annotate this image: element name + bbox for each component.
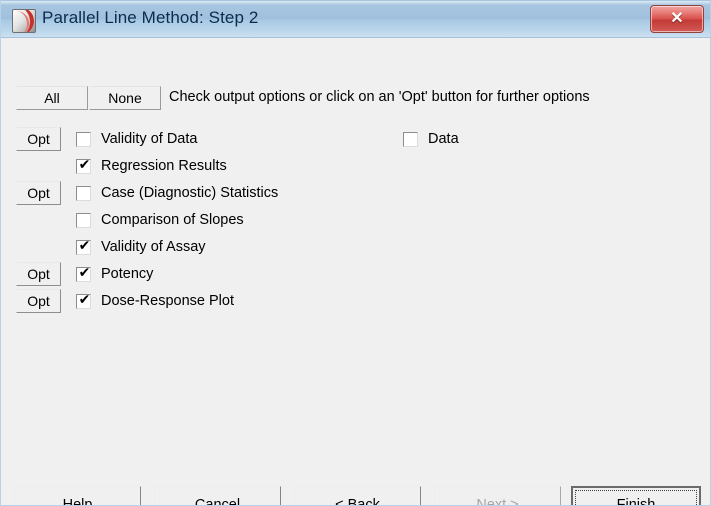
checkbox-dose-response-plot[interactable]: ✔ bbox=[76, 291, 91, 309]
checkbox-data[interactable] bbox=[403, 131, 418, 147]
check-icon: ✔ bbox=[78, 237, 91, 254]
opt-button-case-diagnostic-statistics[interactable]: Opt bbox=[16, 181, 61, 205]
parallel-line-chart-icon bbox=[12, 9, 36, 33]
option-label-validity-of-data: Validity of Data bbox=[101, 131, 198, 147]
window-title: Parallel Line Method: Step 2 bbox=[42, 8, 259, 27]
option-row-dose-response-plot[interactable]: ✔ Dose-Response Plot bbox=[76, 290, 234, 312]
option-label-validity-of-assay: Validity of Assay bbox=[101, 239, 206, 255]
finish-button[interactable]: Finish bbox=[571, 486, 701, 505]
help-button-label: Help bbox=[62, 496, 93, 506]
option-label-regression-results: Regression Results bbox=[101, 158, 227, 174]
checkbox-potency[interactable]: ✔ bbox=[76, 264, 91, 282]
back-button-label: < Back bbox=[335, 496, 380, 506]
checkbox-validity-of-data[interactable] bbox=[76, 131, 91, 147]
dialog-window: Parallel Line Method: Step 2 ✕ All None … bbox=[0, 0, 711, 506]
option-label-data: Data bbox=[428, 131, 459, 147]
select-all-button[interactable]: All bbox=[16, 86, 88, 110]
select-none-button[interactable]: None bbox=[89, 86, 161, 110]
close-icon: ✕ bbox=[670, 10, 684, 27]
dialog-client-area: All None Check output options or click o… bbox=[1, 38, 710, 505]
opt-button-validity-of-data[interactable]: Opt bbox=[16, 127, 61, 151]
option-row-data[interactable]: Data bbox=[403, 128, 459, 150]
check-icon: ✔ bbox=[78, 156, 91, 173]
opt-button-potency[interactable]: Opt bbox=[16, 262, 61, 286]
opt-button-dose-response-plot[interactable]: Opt bbox=[16, 289, 61, 313]
back-button[interactable]: < Back bbox=[294, 486, 421, 506]
checkbox-comparison-of-slopes[interactable] bbox=[76, 212, 91, 228]
option-row-comparison-of-slopes[interactable]: Comparison of Slopes bbox=[76, 209, 244, 231]
cancel-button-label: Cancel bbox=[194, 496, 241, 506]
next-button: Next > bbox=[434, 486, 561, 506]
finish-button-label: Finish bbox=[575, 490, 697, 505]
check-icon: ✔ bbox=[78, 264, 91, 281]
checkbox-regression-results[interactable]: ✔ bbox=[76, 156, 91, 174]
checkbox-case-diagnostic-statistics[interactable] bbox=[76, 185, 91, 201]
option-label-dose-response-plot: Dose-Response Plot bbox=[101, 293, 234, 309]
option-label-comparison-of-slopes: Comparison of Slopes bbox=[101, 212, 244, 228]
close-button[interactable]: ✕ bbox=[650, 5, 704, 33]
cancel-button[interactable]: Cancel bbox=[154, 486, 281, 506]
option-row-potency[interactable]: ✔ Potency bbox=[76, 263, 153, 285]
checkbox-validity-of-assay[interactable]: ✔ bbox=[76, 237, 91, 255]
check-icon: ✔ bbox=[78, 291, 91, 308]
next-button-label: Next > bbox=[476, 496, 519, 506]
help-button[interactable]: Help bbox=[14, 486, 141, 506]
option-label-potency: Potency bbox=[101, 266, 154, 282]
option-row-regression-results[interactable]: ✔ Regression Results bbox=[76, 155, 227, 177]
title-bar: Parallel Line Method: Step 2 ✕ bbox=[1, 1, 710, 38]
option-row-validity-of-data[interactable]: Validity of Data bbox=[76, 128, 197, 150]
dialog-button-bar: Help Cancel < Back Next > Finish bbox=[1, 442, 710, 505]
instruction-text: Check output options or click on an 'Opt… bbox=[169, 89, 590, 105]
option-label-case-diagnostic-statistics: Case (Diagnostic) Statistics bbox=[101, 185, 279, 201]
option-row-validity-of-assay[interactable]: ✔ Validity of Assay bbox=[76, 236, 206, 258]
option-row-case-diagnostic-statistics[interactable]: Case (Diagnostic) Statistics bbox=[76, 182, 278, 204]
